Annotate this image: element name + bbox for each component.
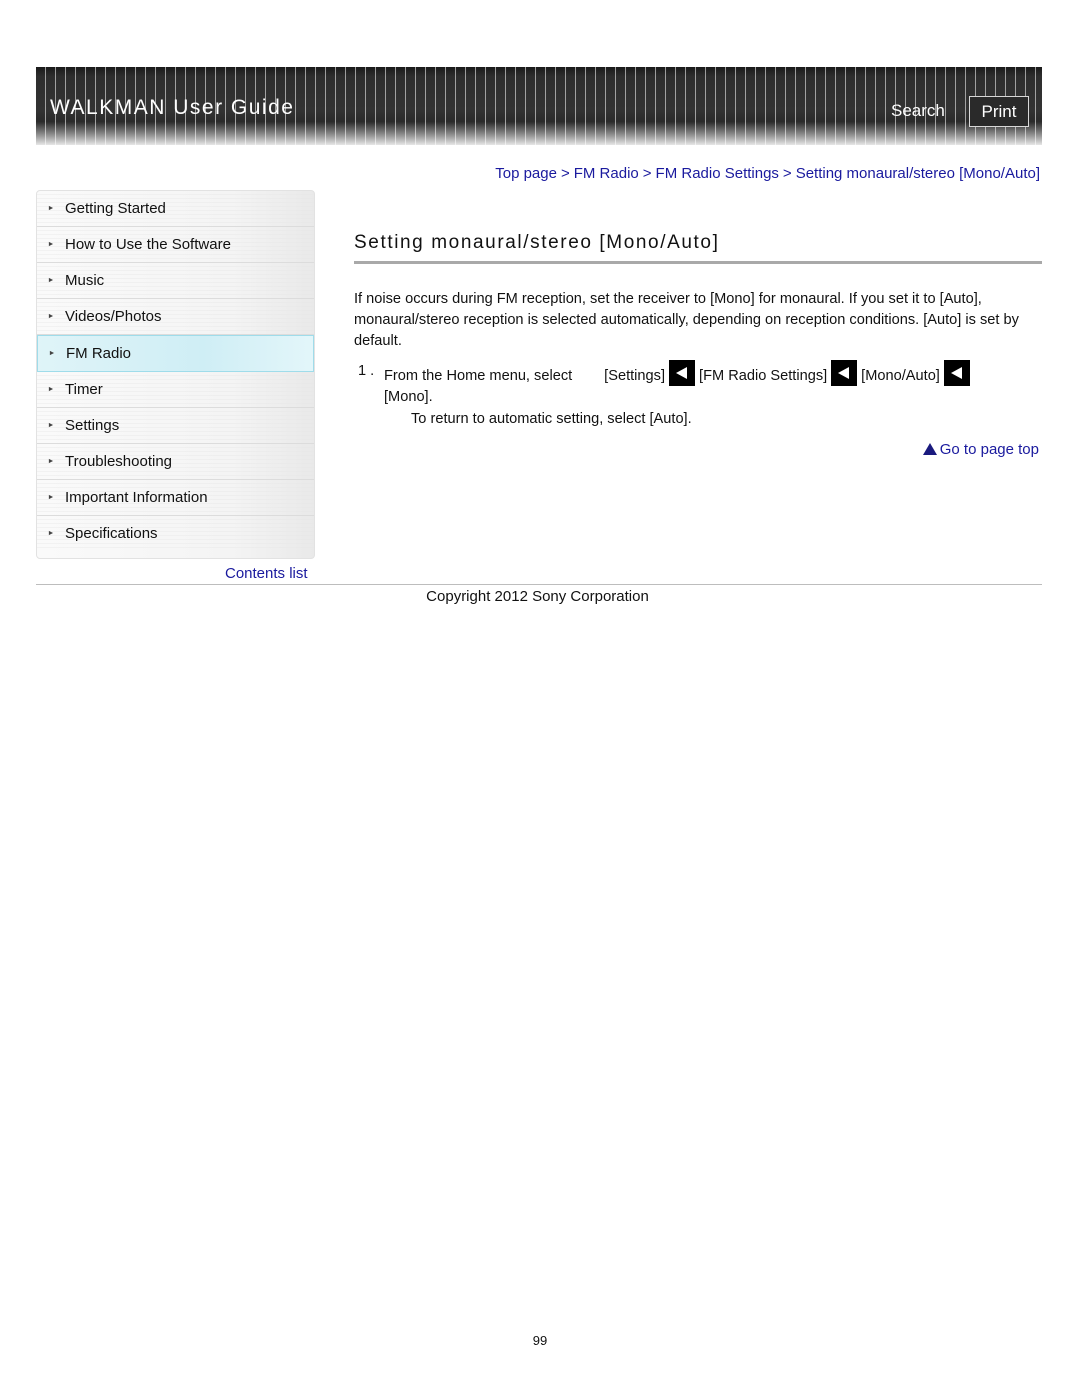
bullet-arrow-icon: ►: [47, 205, 55, 212]
bullet-arrow-icon: ►: [47, 530, 55, 537]
go-to-page-top-link[interactable]: Go to page top: [922, 441, 1039, 458]
up-triangle-icon: [922, 443, 937, 455]
header-banner: WALKMAN User Guide Search Print: [36, 67, 1042, 145]
bullet-arrow-icon: ►: [47, 458, 55, 465]
select-arrow-icon: [669, 360, 696, 386]
breadcrumb-fm-radio[interactable]: FM Radio: [574, 165, 639, 182]
bullet-arrow-icon: ►: [47, 422, 55, 429]
go-to-page-top-label: Go to page top: [939, 441, 1039, 458]
page-number: 99: [532, 1333, 548, 1348]
intro-paragraph: If noise occurs during FM reception, set…: [354, 291, 1019, 349]
sidebar-item-getting-started[interactable]: ► Getting Started: [37, 191, 314, 227]
sidebar-item-label: How to Use the Software: [65, 236, 231, 253]
sidebar-item-fm-radio[interactable]: ► FM Radio: [37, 335, 314, 372]
copyright-text: Copyright 2012 Sony Corporation: [426, 588, 649, 605]
sidebar-item-timer[interactable]: ► Timer: [37, 372, 314, 408]
sidebar-item-troubleshooting[interactable]: ► Troubleshooting: [37, 444, 314, 480]
breadcrumb-separator: >: [642, 165, 652, 182]
sidebar-item-specifications[interactable]: ► Specifications: [37, 516, 314, 551]
sidebar-item-settings[interactable]: ► Settings: [37, 408, 314, 444]
sidebar-item-how-to-use-software[interactable]: ► How to Use the Software: [37, 227, 314, 263]
bullet-arrow-icon: ►: [47, 386, 55, 393]
sidebar-item-music[interactable]: ► Music: [37, 263, 314, 299]
sidebar-item-label: Specifications: [65, 525, 158, 542]
sidebar-item-label: Getting Started: [65, 200, 166, 217]
breadcrumb-fm-radio-settings[interactable]: FM Radio Settings: [656, 165, 779, 182]
sidebar-nav: ► Getting Started ► How to Use the Softwar…: [36, 190, 315, 559]
sidebar-item-important-information[interactable]: ► Important Information: [37, 480, 314, 516]
page-title: Setting monaural/stereo [Mono/Auto]: [354, 232, 720, 253]
sidebar-item-label: Videos/Photos: [65, 308, 162, 325]
title-divider: [354, 261, 1042, 264]
step-final-option: [Mono].: [384, 389, 433, 405]
breadcrumb-separator: >: [560, 165, 570, 182]
step-prefix: From the Home menu, select: [384, 367, 573, 384]
bullet-arrow-icon: ►: [48, 350, 56, 357]
bullet-arrow-icon: ►: [47, 313, 55, 320]
breadcrumb: Top page > FM Radio > FM Radio Settings > Sett…: [495, 165, 1040, 182]
step-number: 1 .: [358, 363, 375, 379]
step-instruction: From the Home menu, select [Settings] [FM …: [384, 360, 974, 389]
select-arrow-icon: [831, 360, 858, 386]
breadcrumb-top-page[interactable]: Top page: [495, 165, 557, 182]
bullet-arrow-icon: ►: [47, 494, 55, 501]
step-note: To return to automatic setting, select […: [411, 411, 692, 427]
print-button[interactable]: Print: [969, 96, 1029, 127]
bullet-arrow-icon: ►: [47, 241, 55, 248]
step-path-settings: [Settings]: [604, 367, 666, 384]
sidebar-item-label: Important Information: [65, 489, 208, 506]
sidebar-item-videos-photos[interactable]: ► Videos/Photos: [37, 299, 314, 335]
sidebar-item-label: Timer: [65, 381, 103, 398]
step-path-fm-radio-settings: [FM Radio Settings]: [699, 367, 828, 384]
guide-title: WALKMAN User Guide: [50, 96, 295, 119]
contents-list-link[interactable]: Contents list: [225, 565, 308, 582]
sidebar-item-label: Settings: [65, 417, 120, 434]
breadcrumb-separator: >: [782, 165, 792, 182]
sidebar-item-label: Music: [65, 272, 105, 289]
select-arrow-icon: [943, 360, 970, 386]
step-path-mono-auto: [Mono/Auto]: [861, 367, 940, 384]
bullet-arrow-icon: ►: [47, 277, 55, 284]
search-link[interactable]: Search: [891, 101, 945, 121]
footer-divider: [36, 584, 1042, 585]
sidebar-item-label: FM Radio: [66, 345, 132, 362]
sidebar-item-label: Troubleshooting: [65, 453, 173, 470]
breadcrumb-current-page[interactable]: Setting monaural/stereo [Mono/Auto]: [796, 165, 1040, 182]
